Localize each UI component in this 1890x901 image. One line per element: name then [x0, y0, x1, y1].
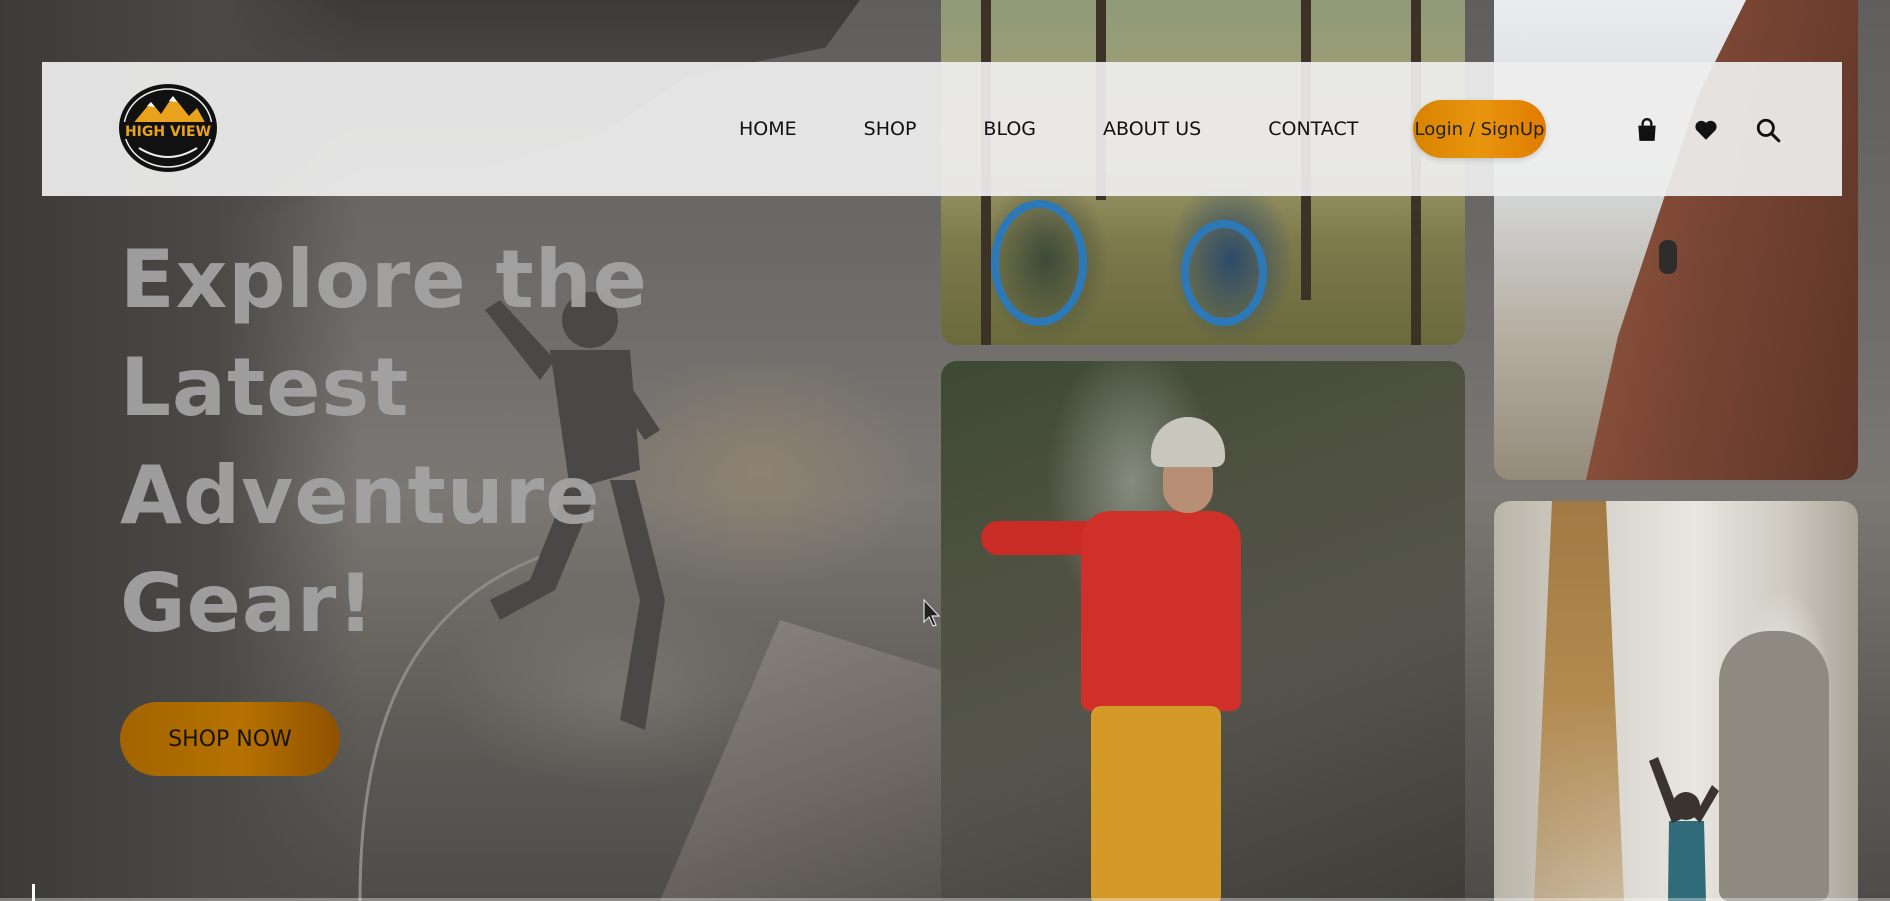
hero-title-line-4: Gear!	[120, 557, 375, 650]
high-view-logo[interactable]: HIGH VIEW	[117, 82, 219, 174]
nav-shop[interactable]: SHOP	[864, 118, 917, 140]
logo-text: HIGH VIEW	[125, 124, 211, 140]
hero-title: Explore the Latest Adventure Gear!	[120, 226, 680, 658]
hero-title-line-3: Adventure	[120, 449, 601, 542]
shop-now-button[interactable]: SHOP NOW	[120, 702, 340, 776]
scroll-indicator[interactable]	[32, 884, 35, 901]
search-icon[interactable]	[1755, 117, 1781, 143]
heart-icon[interactable]	[1693, 117, 1719, 143]
hero-title-line-2: Latest	[120, 341, 410, 434]
nav-contact[interactable]: CONTACT	[1268, 118, 1358, 140]
nav-about-us[interactable]: ABOUT US	[1103, 118, 1201, 140]
shopping-bag-icon[interactable]	[1634, 117, 1660, 143]
hero-title-line-1: Explore the	[120, 233, 648, 326]
nav-links: HOME SHOP BLOG ABOUT US CONTACT	[739, 62, 1358, 196]
nav-home[interactable]: HOME	[739, 118, 797, 140]
mouse-cursor	[923, 598, 941, 627]
main-navbar: HIGH VIEW HOME SHOP BLOG ABOUT US CONTAC…	[42, 62, 1842, 196]
nav-blog[interactable]: BLOG	[983, 118, 1036, 140]
login-signup-button[interactable]: Login / SignUp	[1413, 100, 1546, 158]
